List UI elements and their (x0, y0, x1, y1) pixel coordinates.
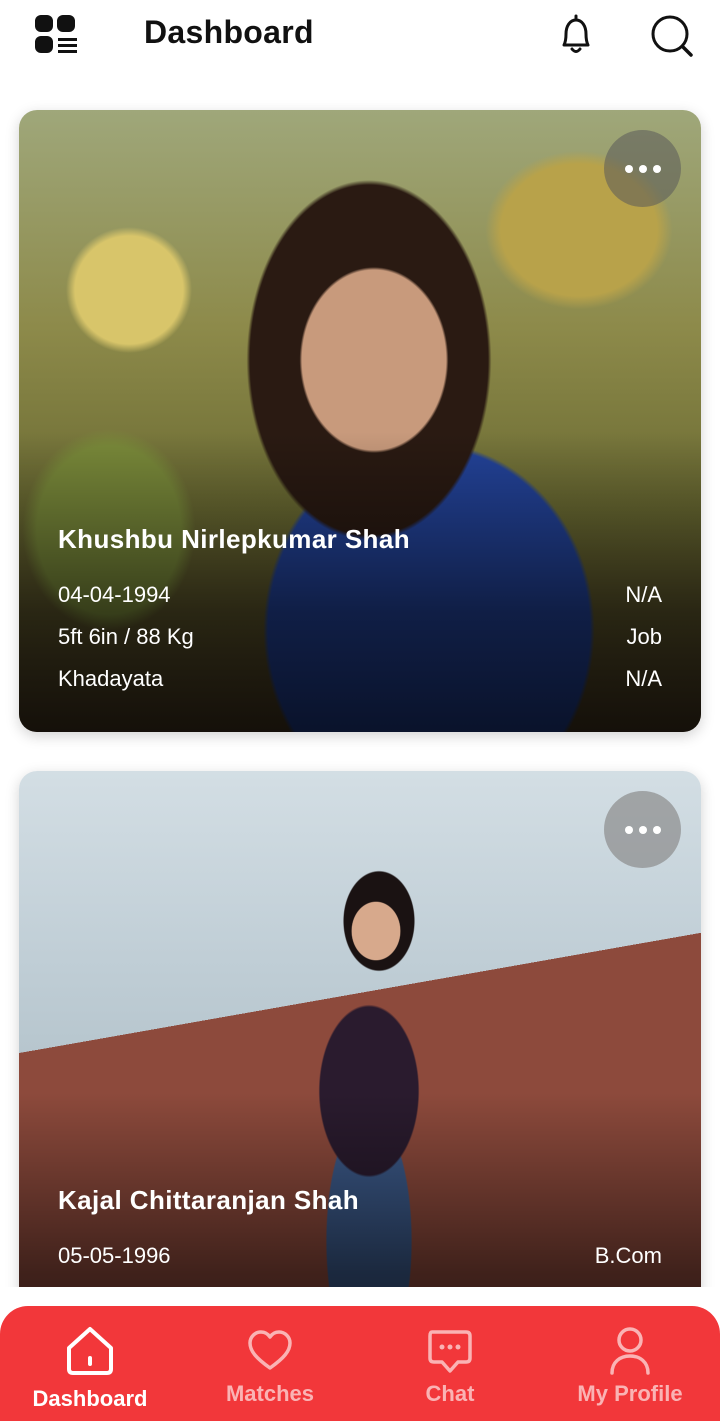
nav-my-profile[interactable]: My Profile (540, 1306, 720, 1421)
grid-list-icon[interactable] (34, 14, 78, 56)
more-options-button[interactable] (604, 791, 681, 868)
profile-card[interactable]: Khushbu Nirlepkumar Shah 04-04-1994 N/A … (19, 110, 701, 732)
nav-label: Matches (225, 1381, 315, 1406)
profile-education: B.Com (594, 1243, 662, 1268)
profile-dob: 04-04-1994 (58, 582, 171, 607)
profile-row: 04-04-1994 N/A (58, 582, 662, 608)
profile-name: Kajal Chittaranjan Shah (58, 1185, 360, 1215)
more-dots-icon (624, 825, 633, 834)
profile-row: 5ft 6in / 88 Kg Job (58, 624, 662, 650)
profile-education: N/A (625, 582, 662, 607)
profile-feed[interactable]: Khushbu Nirlepkumar Shah 04-04-1994 N/A … (0, 95, 720, 1287)
profile-occupation: Job (626, 624, 662, 649)
more-options-button[interactable] (604, 130, 681, 207)
home-icon (67, 1327, 113, 1375)
more-dots-icon (624, 164, 633, 173)
nav-label: Chat (425, 1381, 475, 1406)
bottom-nav: Dashboard Matches Chat My Profile (0, 1306, 720, 1421)
profile-card[interactable]: Kajal Chittaranjan Shah 05-05-1996 B.Com (19, 771, 701, 1287)
nav-dashboard[interactable]: Dashboard (0, 1306, 180, 1421)
heart-icon (248, 1330, 292, 1370)
profile-community: Khadayata (58, 666, 164, 691)
profile-name: Khushbu Nirlepkumar Shah (58, 524, 410, 554)
nav-label: My Profile (577, 1381, 683, 1406)
profile-income: N/A (625, 666, 662, 691)
page-title: Dashboard (144, 14, 314, 50)
nav-chat[interactable]: Chat (360, 1306, 540, 1421)
profile-height-weight: 5ft 6in / 88 Kg (58, 624, 194, 649)
bell-icon[interactable] (556, 14, 596, 56)
profile-row: 05-05-1996 B.Com (58, 1243, 662, 1269)
app-header: Dashboard (0, 0, 720, 72)
nav-matches[interactable]: Matches (180, 1306, 360, 1421)
profile-dob: 05-05-1996 (58, 1243, 171, 1268)
chat-bubble-icon (428, 1330, 472, 1373)
nav-label: Dashboard (32, 1386, 148, 1411)
user-icon (610, 1327, 650, 1375)
search-icon[interactable] (650, 14, 694, 58)
profile-row: Khadayata N/A (58, 666, 662, 692)
